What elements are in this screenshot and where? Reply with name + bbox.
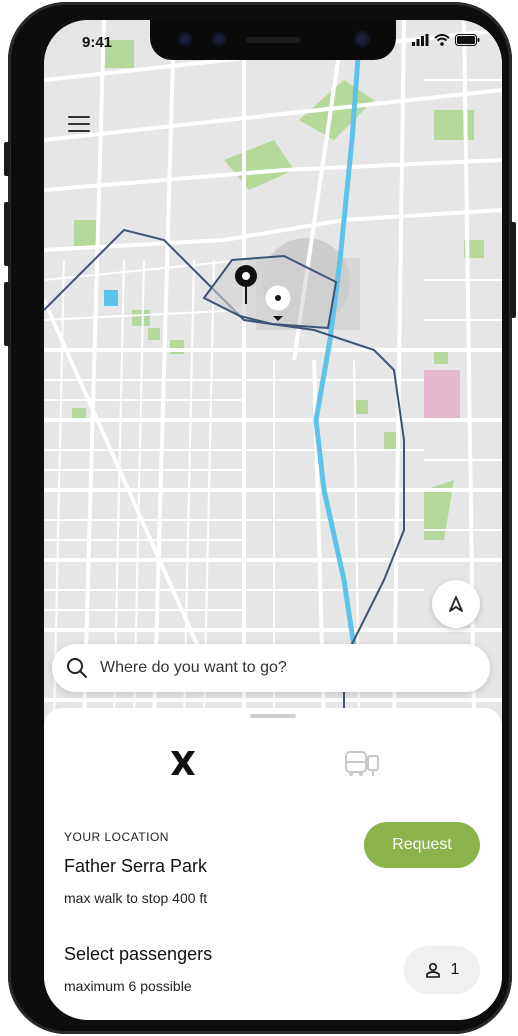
power-button — [510, 222, 516, 318]
passenger-count: 1 — [450, 961, 460, 978]
search-bar[interactable] — [52, 644, 490, 692]
wifi-icon — [434, 34, 450, 46]
person-icon — [425, 962, 440, 978]
signal-icon — [412, 34, 429, 46]
navigation-arrow-icon — [449, 596, 463, 612]
front-camera — [354, 31, 370, 47]
recenter-button[interactable] — [432, 580, 480, 628]
screen: 9:41 Where do you want to go? YOUR LOCAT… — [44, 20, 502, 1020]
map-pin-icon — [234, 264, 258, 311]
park-area — [434, 350, 448, 364]
park-area — [356, 400, 368, 414]
sheet-drag-handle[interactable] — [250, 714, 296, 718]
building-area — [424, 370, 460, 422]
search-icon — [67, 658, 87, 678]
passenger-count-button[interactable]: 1 — [404, 946, 480, 994]
location-name: Father Serra Park — [64, 856, 208, 876]
request-button[interactable]: Request — [364, 822, 480, 868]
volume-up-button — [4, 202, 10, 266]
location-label: YOUR LOCATION — [64, 830, 169, 844]
passengers-title: Select passengers — [64, 944, 213, 964]
park-area — [148, 328, 160, 340]
sensor — [178, 32, 192, 46]
park-area — [74, 220, 96, 246]
notch — [150, 20, 396, 60]
park-area — [434, 110, 474, 140]
battery-icon — [455, 34, 480, 46]
water-area — [104, 290, 118, 306]
bus-icon[interactable] — [344, 750, 382, 778]
sensor — [212, 32, 226, 46]
park-area — [132, 310, 150, 326]
status-indicators — [412, 34, 480, 46]
location-detail: max walk to stop 400 ft — [64, 890, 208, 906]
x-logo-icon[interactable] — [168, 748, 198, 778]
status-time: 9:41 — [82, 34, 113, 51]
mute-switch — [4, 142, 10, 176]
search-input[interactable] — [98, 658, 442, 678]
speaker — [246, 37, 300, 43]
phone-frame: 9:41 Where do you want to go? YOUR LOCAT… — [4, 2, 516, 1034]
map-view[interactable] — [44, 20, 502, 720]
hamburger-menu-icon[interactable] — [68, 116, 90, 134]
volume-down-button — [4, 282, 10, 346]
bottom-sheet: YOUR LOCATION Father Serra Park max walk… — [44, 708, 502, 1020]
passengers-detail: maximum 6 possible — [64, 978, 192, 994]
current-location-marker — [264, 284, 292, 329]
